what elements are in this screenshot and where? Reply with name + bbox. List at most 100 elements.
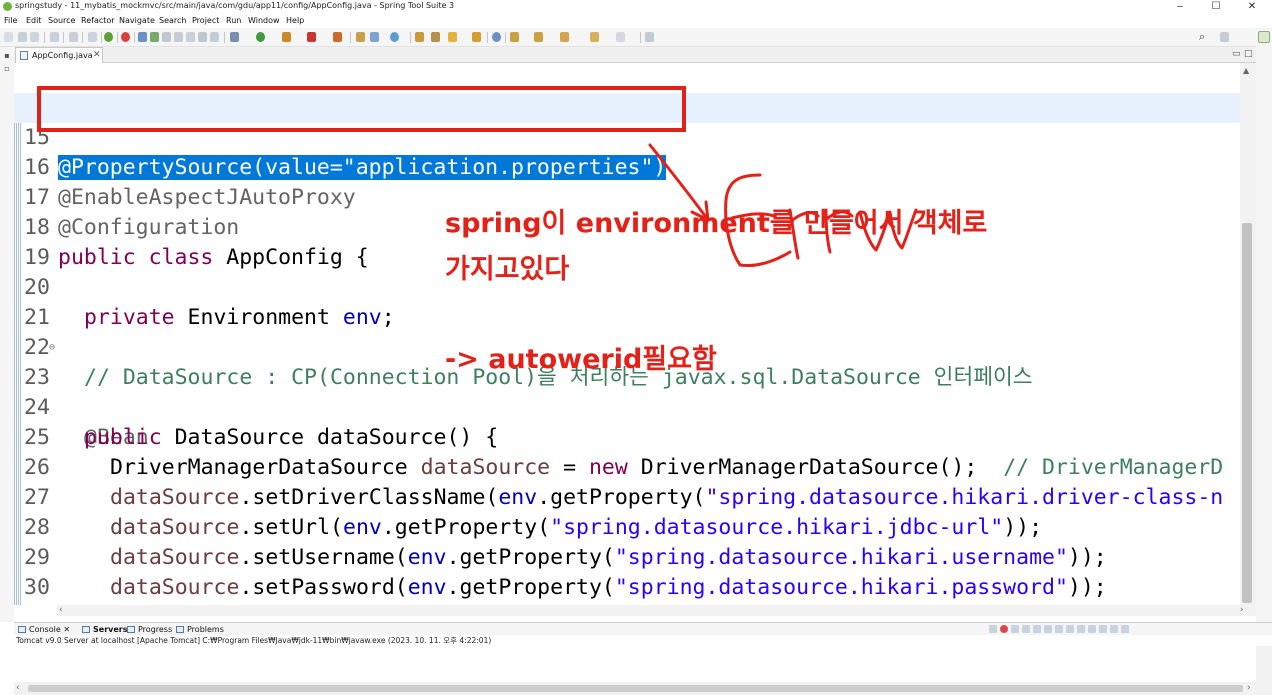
open-perspective-icon[interactable] bbox=[1220, 32, 1229, 42]
open-type-icon[interactable] bbox=[138, 32, 147, 42]
display-selected-console-icon[interactable] bbox=[1088, 625, 1096, 633]
spring-boot-icon[interactable] bbox=[104, 32, 113, 42]
console-launch-description: Tomcat v9.0 Server at localhost [Apache … bbox=[14, 635, 1272, 646]
remove-all-icon[interactable] bbox=[1022, 625, 1030, 633]
java-perspective-icon[interactable] bbox=[1258, 31, 1270, 43]
menu-help[interactable]: Help bbox=[286, 16, 304, 25]
code-editor[interactable]: 14 15 @PropertySource(value="application… bbox=[14, 63, 1256, 605]
block-selection-icon[interactable] bbox=[174, 32, 183, 42]
menu-source[interactable]: Source bbox=[48, 16, 75, 25]
show-on-error-icon[interactable] bbox=[1077, 625, 1085, 633]
maximize-panel-icon[interactable] bbox=[1121, 625, 1129, 633]
remove-launch-icon[interactable] bbox=[1011, 625, 1019, 633]
word-wrap-console-icon[interactable] bbox=[1055, 625, 1063, 633]
new-spring-project-icon[interactable] bbox=[390, 32, 399, 42]
spring-tool-suite-icon bbox=[3, 2, 12, 11]
show-on-output-icon[interactable] bbox=[1066, 625, 1074, 633]
code-line-31: 31 } bbox=[14, 573, 1240, 603]
menu-bar: File Edit Source Refactor Navigate Searc… bbox=[0, 14, 1272, 28]
task-icon[interactable] bbox=[448, 32, 457, 42]
save-icon[interactable] bbox=[18, 32, 27, 42]
back-icon[interactable] bbox=[590, 32, 599, 42]
close-window-button[interactable]: ✕ bbox=[1234, 0, 1270, 14]
debug-icon[interactable] bbox=[230, 32, 239, 42]
console-icon bbox=[18, 626, 26, 633]
toggle-breadcrumb-icon[interactable] bbox=[162, 32, 171, 42]
console-vertical-scrollbar[interactable] bbox=[1256, 646, 1272, 682]
editor-tab-bar: AppConfig.java ✕ ▭ □ bbox=[14, 47, 1256, 63]
clear-console-icon[interactable] bbox=[1033, 625, 1041, 633]
web-browser-icon[interactable] bbox=[492, 32, 501, 42]
search-toolbar-icon[interactable] bbox=[472, 32, 481, 42]
terminate-icon[interactable] bbox=[1000, 625, 1008, 633]
close-tab-icon[interactable]: ✕ bbox=[93, 50, 101, 60]
minimize-panel-icon[interactable] bbox=[1110, 625, 1118, 633]
scroll-left-icon[interactable]: ‹ bbox=[16, 683, 20, 693]
scroll-left-icon[interactable]: ‹ bbox=[59, 605, 63, 615]
console-toolbar bbox=[989, 625, 1259, 634]
search-icon[interactable]: ⌕ bbox=[1199, 31, 1211, 43]
console-output[interactable] bbox=[14, 646, 1256, 682]
minimize-editor-icon[interactable]: ▭ bbox=[1232, 49, 1241, 59]
menu-run[interactable]: Run bbox=[226, 16, 241, 25]
open-console-icon[interactable] bbox=[1099, 625, 1107, 633]
close-console-icon[interactable]: ✕ bbox=[63, 625, 70, 634]
save-all-icon[interactable] bbox=[30, 32, 39, 42]
pin-editor-icon[interactable] bbox=[210, 32, 219, 42]
highlight-icon[interactable] bbox=[150, 32, 159, 42]
next-annotation-icon[interactable] bbox=[510, 32, 519, 42]
last-edit-location-icon[interactable] bbox=[560, 32, 569, 42]
forward-icon[interactable] bbox=[616, 32, 625, 42]
show-whitespace-icon[interactable] bbox=[186, 32, 195, 42]
tab-label: AppConfig.java bbox=[32, 51, 93, 60]
menu-search[interactable]: Search bbox=[159, 16, 186, 25]
main-toolbar: ⌕ bbox=[0, 28, 1272, 47]
scroll-up-icon[interactable]: ▲ bbox=[1243, 66, 1249, 75]
new-icon[interactable] bbox=[4, 32, 13, 42]
right-trim-bar bbox=[1256, 28, 1272, 622]
annotation-note-2: 가지고있다 bbox=[445, 254, 570, 285]
menu-file[interactable]: File bbox=[4, 16, 17, 25]
run-icon[interactable] bbox=[256, 32, 265, 42]
stop-icon[interactable] bbox=[121, 32, 130, 42]
menu-navigate[interactable]: Navigate bbox=[119, 16, 155, 25]
word-wrap-icon[interactable] bbox=[198, 32, 207, 42]
new-java-package-icon[interactable] bbox=[356, 32, 365, 42]
coverage-icon[interactable] bbox=[282, 32, 291, 42]
menu-window[interactable]: Window bbox=[248, 16, 280, 25]
scroll-right-icon[interactable]: › bbox=[1247, 683, 1251, 693]
pin-console-icon[interactable] bbox=[989, 625, 997, 633]
open-project-icon[interactable] bbox=[415, 32, 424, 42]
scroll-thumb[interactable] bbox=[28, 685, 1243, 692]
tab-appconfig-java[interactable]: AppConfig.java ✕ bbox=[15, 47, 103, 63]
scroll-right-icon[interactable]: › bbox=[1240, 605, 1244, 615]
pin-icon[interactable] bbox=[645, 32, 654, 42]
terminal-icon[interactable] bbox=[88, 32, 97, 42]
menu-edit[interactable]: Edit bbox=[26, 16, 42, 25]
external-tools-icon[interactable] bbox=[307, 32, 316, 42]
editor-horizontal-scrollbar[interactable]: ‹ › bbox=[57, 605, 1256, 616]
editor-vertical-scrollbar[interactable]: ▲ bbox=[1240, 63, 1256, 605]
server-icon[interactable] bbox=[333, 32, 342, 42]
package-explorer-icon[interactable]: ▪ bbox=[3, 52, 11, 60]
servers-icon bbox=[82, 626, 90, 633]
java-file-icon bbox=[20, 51, 28, 60]
scroll-lock-icon[interactable] bbox=[1044, 625, 1052, 633]
previous-annotation-icon[interactable] bbox=[534, 32, 543, 42]
code-line-29: 29 dataSource.setPassword(env.getPropert… bbox=[14, 513, 1240, 600]
menu-project[interactable]: Project bbox=[192, 16, 219, 25]
console-horizontal-scrollbar[interactable]: ‹ › bbox=[14, 682, 1272, 695]
maximize-button[interactable]: ☐ bbox=[1198, 0, 1234, 14]
print-icon[interactable] bbox=[50, 32, 59, 42]
menu-refactor[interactable]: Refactor bbox=[81, 16, 115, 25]
code-line-17: 17 @Configuration bbox=[14, 153, 1240, 240]
new-java-class-icon[interactable] bbox=[370, 32, 379, 42]
outline-icon[interactable]: ▫ bbox=[3, 65, 11, 73]
fold-icon[interactable]: ⊖ bbox=[49, 333, 55, 363]
scroll-thumb[interactable] bbox=[1242, 223, 1252, 603]
toggle-mark-icon[interactable] bbox=[69, 32, 78, 42]
highlight-box bbox=[37, 86, 686, 132]
maximize-editor-icon[interactable]: □ bbox=[1244, 49, 1253, 59]
open-task-icon[interactable] bbox=[431, 32, 440, 42]
minimize-button[interactable]: ‒ bbox=[1162, 0, 1198, 14]
